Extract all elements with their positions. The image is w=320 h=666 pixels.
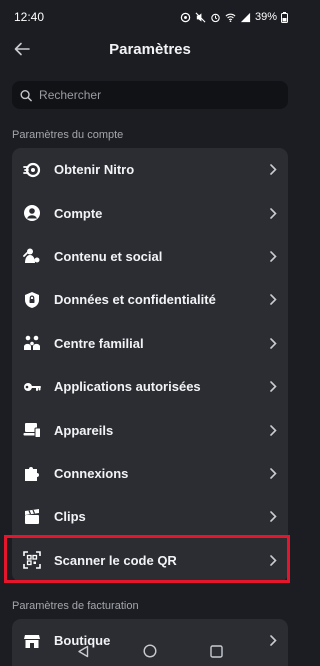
chevron-right-icon xyxy=(268,164,278,176)
chevron-right-icon xyxy=(268,207,278,219)
nav-home-button[interactable] xyxy=(141,642,159,660)
header: Paramètres xyxy=(0,34,300,64)
account-settings-list: Obtenir Nitro Compte Contenu et social D… xyxy=(12,148,288,582)
search-bar[interactable] xyxy=(12,81,288,109)
arrow-left-icon xyxy=(14,42,30,56)
status-icons: 39% xyxy=(180,11,288,23)
search-input[interactable] xyxy=(39,88,280,102)
settings-item-clips[interactable]: Clips xyxy=(12,495,288,538)
chevron-right-icon xyxy=(268,511,278,523)
status-bar: 12:40 39% xyxy=(0,0,300,34)
settings-item-authorized-apps[interactable]: Applications autorisées xyxy=(12,365,288,408)
chevron-right-icon xyxy=(268,294,278,306)
billing-section-title: Paramètres de facturation xyxy=(12,600,139,612)
account-icon xyxy=(23,204,41,222)
highlight-box xyxy=(4,535,290,583)
signal-icon xyxy=(240,12,251,22)
settings-item-label: Connexions xyxy=(54,465,129,481)
social-icon xyxy=(23,247,41,265)
puzzle-icon xyxy=(23,464,41,482)
chevron-right-icon xyxy=(268,250,278,262)
key-icon xyxy=(23,378,41,396)
circle-home-icon xyxy=(143,644,157,658)
settings-item-data-privacy[interactable]: Données et confidentialité xyxy=(12,278,288,321)
mute-icon xyxy=(195,12,206,22)
devices-icon xyxy=(23,421,41,439)
square-recents-icon xyxy=(210,644,223,658)
settings-item-account[interactable]: Compte xyxy=(12,191,288,234)
settings-item-label: Centre familial xyxy=(54,335,144,351)
settings-item-label: Contenu et social xyxy=(54,248,163,264)
battery-icon xyxy=(281,11,288,23)
settings-item-connections[interactable]: Connexions xyxy=(12,452,288,495)
settings-item-label: Appareils xyxy=(54,422,114,438)
clapper-icon xyxy=(23,508,41,526)
triangle-back-icon xyxy=(78,645,89,657)
chevron-right-icon xyxy=(268,381,278,393)
search-icon xyxy=(20,89,32,101)
page-title: Paramètres xyxy=(109,40,191,58)
system-nav-bar xyxy=(0,636,300,666)
settings-item-label: Obtenir Nitro xyxy=(54,162,135,178)
privacy-shield-icon xyxy=(23,291,41,309)
settings-item-family-center[interactable]: Centre familial xyxy=(12,322,288,365)
nav-back-button[interactable] xyxy=(74,642,92,660)
chevron-right-icon xyxy=(268,337,278,349)
family-icon xyxy=(23,334,41,352)
settings-item-content-social[interactable]: Contenu et social xyxy=(12,235,288,278)
focus-icon xyxy=(180,12,191,22)
settings-item-devices[interactable]: Appareils xyxy=(12,408,288,451)
settings-item-label: Compte xyxy=(54,205,103,221)
chevron-right-icon xyxy=(268,467,278,479)
settings-item-label: Applications autorisées xyxy=(54,379,201,395)
nitro-icon xyxy=(23,161,41,179)
wifi-icon xyxy=(225,13,236,22)
settings-item-label: Clips xyxy=(54,509,86,525)
settings-item-nitro[interactable]: Obtenir Nitro xyxy=(12,148,288,191)
status-time: 12:40 xyxy=(14,10,45,24)
alarm-icon xyxy=(211,13,220,22)
settings-item-label: Données et confidentialité xyxy=(54,292,216,308)
nav-recents-button[interactable] xyxy=(208,642,226,660)
battery-level: 39% xyxy=(254,11,277,23)
account-section-title: Paramètres du compte xyxy=(12,129,124,141)
chevron-right-icon xyxy=(268,424,278,436)
back-button[interactable] xyxy=(11,38,33,60)
